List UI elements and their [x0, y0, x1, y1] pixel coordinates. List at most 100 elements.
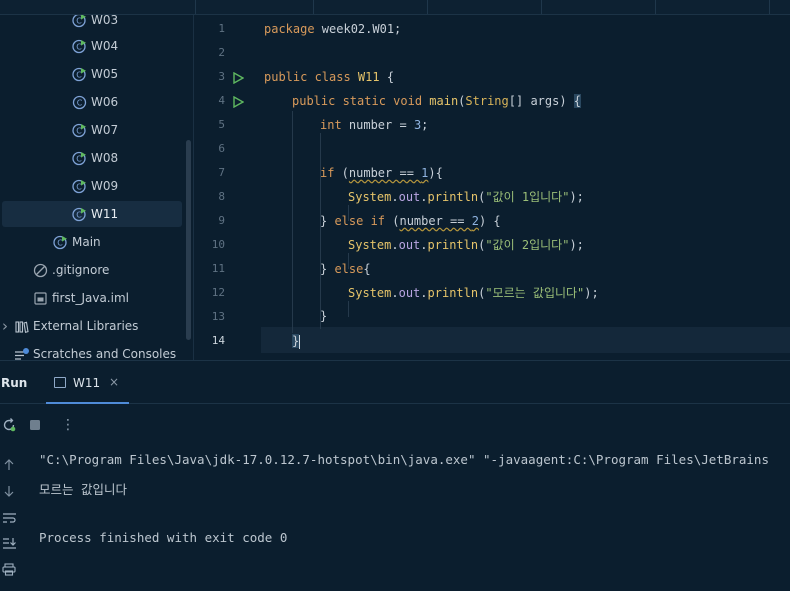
tree-item-main[interactable]: C Main: [2, 229, 182, 255]
run-tab-w11[interactable]: W11 ×: [46, 361, 129, 404]
line-number: 11: [211, 262, 225, 275]
code-line-14: }: [292, 334, 301, 349]
line-number: 13: [211, 310, 225, 323]
line-number: 2: [218, 46, 225, 59]
project-tree: C W03 C W04 C W05 C W06 C W07 C W08 C W09 C W11 C Main .gi…: [0, 15, 194, 360]
console-command-line: "C:\Program Files\Java\jdk-17.0.12.7-hot…: [39, 452, 769, 467]
line-number: 14: [211, 334, 225, 347]
line-number: 12: [211, 286, 225, 299]
library-icon: [14, 319, 29, 334]
line-number: 10: [211, 238, 225, 251]
tree-item-label: W04: [91, 39, 119, 53]
editor-tab[interactable]: [541, 0, 655, 14]
tree-item-scratches-and-consoles[interactable]: Scratches and Consoles: [2, 341, 182, 360]
line-number: 7: [218, 166, 225, 179]
tree-item-label: first_Java.iml: [52, 291, 129, 305]
tree-item-first-java-iml[interactable]: first_Java.iml: [2, 285, 182, 311]
tree-item-label: W11: [91, 207, 119, 221]
current-line-highlight: [261, 327, 790, 353]
chevron-right-icon[interactable]: ›: [2, 317, 14, 335]
svg-text:C: C: [77, 98, 83, 107]
tree-item-w11[interactable]: C W11: [2, 201, 182, 227]
indent-guide: [292, 111, 293, 333]
java-class-runnable-icon: C: [53, 235, 68, 250]
arrow-down-icon[interactable]: [2, 484, 16, 498]
tree-scrollbar[interactable]: [186, 140, 191, 340]
editor-tab[interactable]: [769, 0, 790, 14]
tree-item-w04[interactable]: C W04: [2, 33, 182, 59]
line-number: 9: [218, 214, 225, 227]
indent-guide: [320, 133, 321, 329]
soft-wrap-icon[interactable]: [1, 511, 17, 525]
editor-tab-strip: [0, 0, 790, 15]
run-main-gutter-icon[interactable]: [232, 93, 245, 112]
text-caret: [299, 334, 301, 349]
line-number: 6: [218, 142, 225, 155]
tree-item-w08[interactable]: C W08: [2, 145, 182, 171]
tree-item-label: W07: [91, 123, 119, 137]
line-number: 5: [218, 118, 225, 131]
console-exit-message: Process finished with exit code 0: [39, 530, 288, 545]
tree-item-label: W06: [91, 95, 119, 109]
stop-icon[interactable]: [28, 418, 42, 432]
more-options-icon[interactable]: ⋮: [60, 417, 76, 433]
java-class-runnable-icon: C: [72, 207, 87, 222]
editor-gutter: 1 2 3 4 5 6 7 8 9 10 11 12 13 14: [195, 15, 261, 360]
java-class-runnable-icon: C: [72, 39, 87, 54]
editor-tab[interactable]: [655, 0, 769, 14]
code-line-9: } else if (number == 2) {: [320, 214, 501, 228]
tree-item-gitignore[interactable]: .gitignore: [2, 257, 182, 283]
java-class-icon: C: [72, 95, 87, 110]
tree-item-w09[interactable]: C W09: [2, 173, 182, 199]
tree-item-label: External Libraries: [33, 319, 139, 333]
tree-item-w03[interactable]: C W03: [2, 15, 182, 33]
tree-item-label: Main: [72, 235, 101, 249]
editor-tab[interactable]: [195, 0, 313, 14]
scroll-to-end-icon[interactable]: [1, 536, 17, 550]
module-file-icon: [33, 291, 48, 306]
tree-item-label: Scratches and Consoles: [33, 347, 177, 360]
print-icon[interactable]: [1, 562, 17, 576]
editor-tab[interactable]: [313, 0, 427, 14]
run-panel-header: Run W11 ×: [0, 360, 790, 404]
line-number: 1: [218, 22, 225, 35]
code-line-3: public class W11 {: [264, 70, 395, 84]
run-class-gutter-icon[interactable]: [232, 69, 245, 88]
code-line-4: public static void main(String[] args) {: [292, 94, 582, 108]
tree-item-external-libraries[interactable]: › External Libraries: [2, 313, 182, 339]
tree-item-w05[interactable]: C W05: [2, 61, 182, 87]
java-class-runnable-icon: C: [72, 151, 87, 166]
console-tab-icon: [54, 377, 66, 388]
console-side-toolbar: [0, 442, 26, 591]
code-line-7: if (number == 1){: [320, 166, 443, 180]
tree-item-w06[interactable]: C W06: [2, 89, 182, 115]
java-class-runnable-icon: C: [72, 179, 87, 194]
tree-item-w07[interactable]: C W07: [2, 117, 182, 143]
code-line-13: }: [320, 309, 328, 323]
code-line-11: } else{: [320, 262, 371, 276]
tree-item-label: W09: [91, 179, 119, 193]
code-editor[interactable]: 1 2 3 4 5 6 7 8 9 10 11 12 13 14 package week02.W01; …: [195, 15, 790, 360]
java-class-runnable-icon: C: [72, 67, 87, 82]
indent-guide: [348, 301, 349, 317]
close-icon[interactable]: ×: [109, 375, 119, 389]
line-number: 3: [218, 70, 225, 83]
tree-item-label: W08: [91, 151, 119, 165]
editor-tab[interactable]: [427, 0, 541, 14]
ignore-file-icon: [33, 263, 48, 278]
line-number: 8: [218, 190, 225, 203]
code-line-12: System.out.println("모르는 값입니다");: [348, 286, 599, 300]
tree-item-label: W05: [91, 67, 119, 81]
code-line-10: System.out.println("값이 2입니다");: [348, 238, 584, 252]
code-line-1: package week02.W01;: [264, 22, 402, 36]
java-class-runnable-icon: C: [72, 123, 87, 138]
code-line-8: System.out.println("값이 1입니다");: [348, 190, 584, 204]
tree-item-label: .gitignore: [52, 263, 110, 277]
line-number: 4: [218, 94, 225, 107]
run-toolbar: ⋮: [0, 404, 790, 442]
scratches-icon: [14, 347, 29, 361]
code-line-5: int number = 3;: [320, 118, 429, 132]
rerun-icon[interactable]: [1, 417, 17, 433]
java-class-runnable-icon: C: [72, 15, 87, 28]
arrow-up-icon[interactable]: [2, 458, 16, 472]
